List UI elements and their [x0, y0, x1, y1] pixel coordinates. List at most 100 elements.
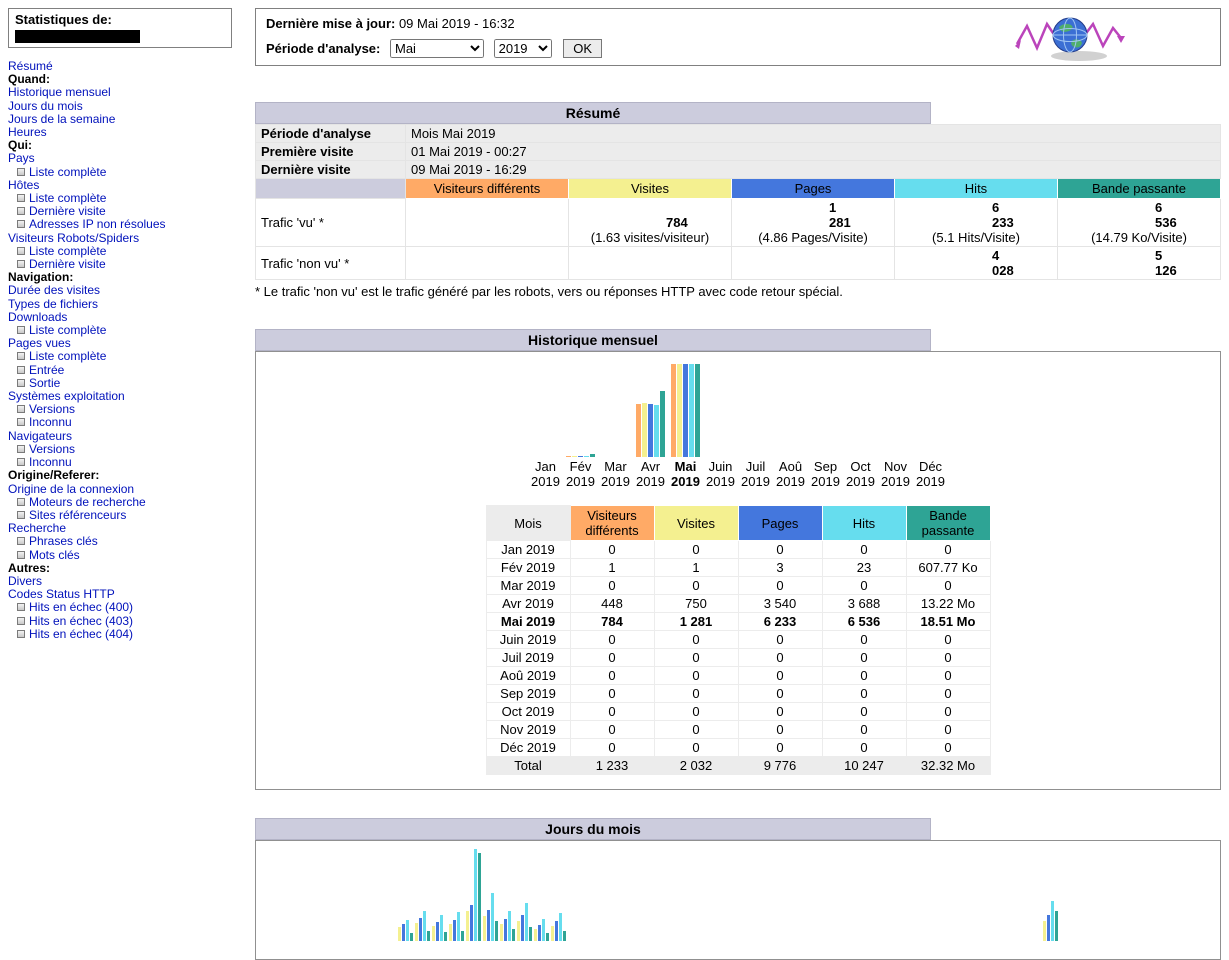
sidebar-link-divers[interactable]: Divers: [8, 574, 42, 588]
sidebar-link-jours-du-mois[interactable]: Jours du mois: [8, 99, 83, 113]
monthly-row-value: 0: [906, 631, 990, 649]
sidebar-link-sites-r-f-renceurs[interactable]: Sites référenceurs: [29, 508, 126, 522]
monthly-row-month: Avr 2019: [486, 595, 570, 613]
monthly-row-value: 18.51 Mo: [906, 613, 990, 631]
month-axis-label-month: Sep: [808, 459, 843, 474]
sidebar-link-derni-re-visite[interactable]: Dernière visite: [29, 257, 106, 271]
sidebar-link-inconnu[interactable]: Inconnu: [29, 455, 72, 469]
days-chart-average: [1043, 847, 1058, 941]
submenu-branch-icon: [17, 405, 25, 413]
monthly-total-value: 1 233: [570, 757, 654, 775]
monthly-row-value: 0: [822, 577, 906, 595]
sidebar-link-syst-mes-exploitation[interactable]: Systèmes exploitation: [8, 389, 125, 403]
sidebar-link-liste-compl-te[interactable]: Liste complète: [29, 323, 106, 337]
sidebar-link-pages-vues[interactable]: Pages vues: [8, 336, 71, 350]
sidebar-link-inconnu[interactable]: Inconnu: [29, 415, 72, 429]
traffic-value-sub: (14.79 Ko/Visite): [1063, 230, 1215, 245]
sidebar-link-liste-compl-te[interactable]: Liste complète: [29, 191, 106, 205]
sidebar-link-phrases-cl-s[interactable]: Phrases clés: [29, 534, 98, 548]
monthly-chart-bars: [528, 362, 948, 457]
monthly-row-month: Sep 2019: [486, 685, 570, 703]
day-bar-group: [449, 912, 464, 941]
month-axis-label-month: Jan: [528, 459, 563, 474]
chart-bar: [525, 903, 528, 941]
sidebar-link-codes-status-http[interactable]: Codes Status HTTP: [8, 587, 115, 601]
submenu-branch-icon: [17, 260, 25, 268]
month-axis-label-year: 2019: [843, 474, 878, 489]
sidebar-link-liste-compl-te[interactable]: Liste complète: [29, 165, 106, 179]
monthly-row-value: 0: [906, 541, 990, 559]
sidebar-link-derni-re-visite[interactable]: Dernière visite: [29, 204, 106, 218]
sidebar-link-sortie[interactable]: Sortie: [29, 376, 60, 390]
summary-info-label: Première visite: [256, 143, 406, 161]
main-content: Dernière mise à jour: 09 Mai 2019 - 16:3…: [255, 8, 1221, 960]
days-chart-bars: [398, 847, 1220, 941]
chart-bar: [444, 932, 447, 941]
sidebar-link-versions[interactable]: Versions: [29, 402, 75, 416]
month-bar-group: [808, 362, 843, 457]
traffic-value-sub: (1.63 visites/visiteur): [574, 230, 726, 245]
sidebar-link-visiteurs-robots-spiders[interactable]: Visiteurs Robots/Spiders: [8, 231, 139, 245]
monthly-row-value: 0: [570, 703, 654, 721]
month-select[interactable]: Mai: [390, 39, 484, 58]
metric-header: Bande passante: [906, 506, 990, 541]
month-axis-label-month: Déc: [913, 459, 948, 474]
sidebar-link-dur-e-des-visites[interactable]: Durée des visites: [8, 283, 100, 297]
traffic-row-label: Trafic 'vu' *: [256, 199, 406, 247]
traffic-value-cell: 1 281(1.63 visites/visiteur): [569, 199, 732, 247]
sidebar-link-heures[interactable]: Heures: [8, 125, 47, 139]
monthly-chart: Jan2019Fév2019Mar2019Avr2019Mai2019Juin2…: [528, 362, 948, 489]
sidebar-link-adresses-ip-non-r-solues[interactable]: Adresses IP non résolues: [29, 217, 166, 231]
sidebar-link-versions[interactable]: Versions: [29, 442, 75, 456]
sidebar-link-entr-e[interactable]: Entrée: [29, 363, 64, 377]
summary-footnote: * Le trafic 'non vu' est le trafic génér…: [255, 284, 1221, 299]
sidebar-link-r-sum-[interactable]: Résumé: [8, 59, 53, 73]
sidebar-link-jours-de-la-semaine[interactable]: Jours de la semaine: [8, 112, 115, 126]
chart-bar: [495, 921, 498, 941]
sidebar-link-hits-en-chec-400-[interactable]: Hits en échec (400): [29, 600, 133, 614]
submenu-branch-icon: [17, 418, 25, 426]
sidebar-link-types-de-fichiers[interactable]: Types de fichiers: [8, 297, 98, 311]
chart-bar: [1055, 911, 1058, 941]
month-axis-label-year: 2019: [703, 474, 738, 489]
sidebar-link-pays[interactable]: Pays: [8, 151, 35, 165]
month-axis-label-month: Oct: [843, 459, 878, 474]
monthly-row-month: Mai 2019: [486, 613, 570, 631]
monthly-row-value: 0: [570, 649, 654, 667]
year-select[interactable]: 2019: [494, 39, 552, 58]
sidebar-link-hits-en-chec-404-[interactable]: Hits en échec (404): [29, 627, 133, 641]
sidebar-link-liste-compl-te[interactable]: Liste complète: [29, 349, 106, 363]
sidebar-link-historique-mensuel[interactable]: Historique mensuel: [8, 85, 111, 99]
monthly-row-value: 0: [654, 739, 738, 757]
sidebar-link-recherche[interactable]: Recherche: [8, 521, 66, 535]
sidebar-link-navigateurs[interactable]: Navigateurs: [8, 429, 72, 443]
sidebar-link-h-tes[interactable]: Hôtes: [8, 178, 39, 192]
monthly-row-value: 0: [738, 541, 822, 559]
month-axis-label-year: 2019: [528, 474, 563, 489]
traffic-value-sub: (5.1 Hits/Visite): [900, 230, 1052, 245]
monthly-row-value: 13.22 Mo: [906, 595, 990, 613]
sidebar-link-hits-en-chec-403-[interactable]: Hits en échec (403): [29, 614, 133, 628]
chart-bar: [398, 927, 401, 941]
month-axis-label-month: Aoû: [773, 459, 808, 474]
monthly-row-value: 0: [822, 685, 906, 703]
chart-bar: [427, 931, 430, 941]
sidebar-link-moteurs-de-recherche[interactable]: Moteurs de recherche: [29, 495, 146, 509]
ok-button[interactable]: OK: [563, 39, 602, 58]
chart-bar: [683, 364, 688, 457]
monthly-row-value: 0: [906, 667, 990, 685]
sidebar-link-mots-cl-s[interactable]: Mots clés: [29, 548, 80, 562]
days-box: [255, 840, 1221, 960]
submenu-branch-icon: [17, 194, 25, 202]
metric-header: Pages: [738, 506, 822, 541]
sidebar-link-downloads[interactable]: Downloads: [8, 310, 67, 324]
day-bar-group: [398, 920, 413, 941]
sidebar-link-liste-compl-te[interactable]: Liste complète: [29, 244, 106, 258]
traffic-value-cell: 784: [406, 199, 569, 247]
monthly-row-value: 0: [654, 649, 738, 667]
sidebar-link-origine-de-la-connexion[interactable]: Origine de la connexion: [8, 482, 134, 496]
monthly-row-value: 0: [906, 721, 990, 739]
awstats-logo[interactable]: [1015, 12, 1125, 69]
monthly-row-value: 0: [738, 703, 822, 721]
traffic-value-cell: [569, 247, 732, 280]
